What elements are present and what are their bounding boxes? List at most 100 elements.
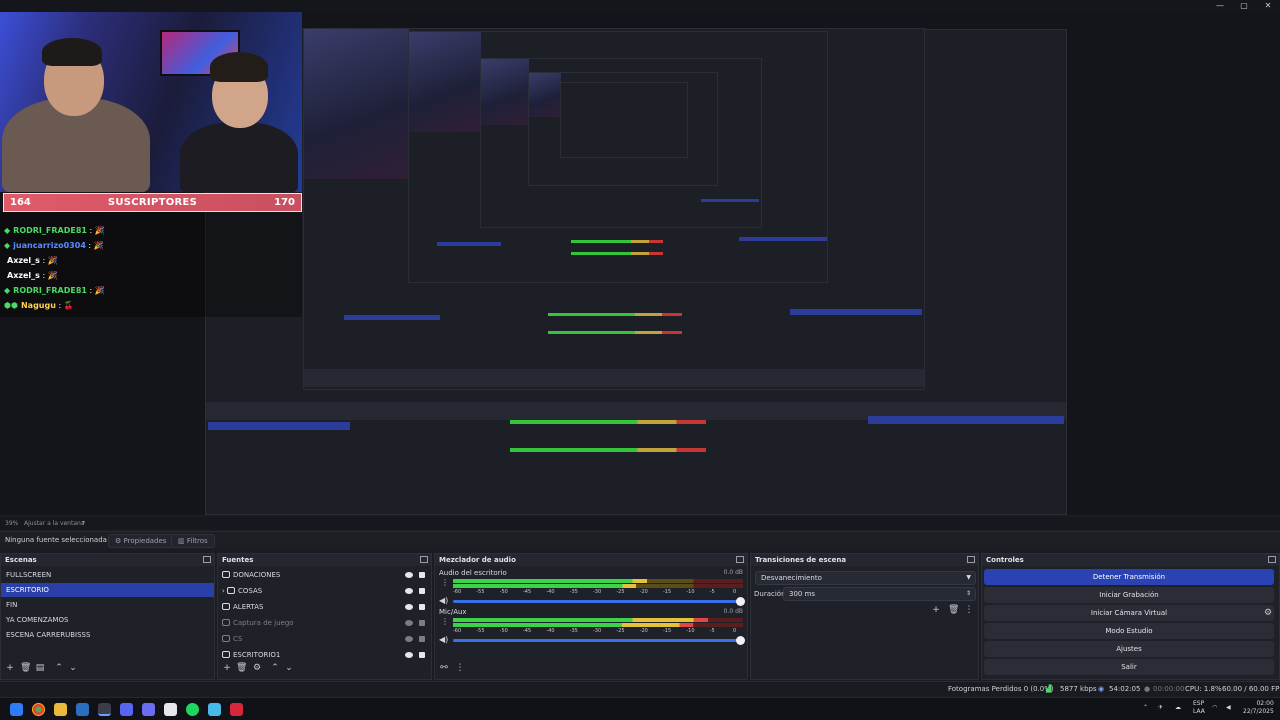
teams-icon[interactable] <box>142 703 155 716</box>
cloud-icon[interactable]: ☁ <box>1175 704 1181 711</box>
chat-username: Nagugu <box>20 301 56 310</box>
tick-label: -30 <box>593 628 602 634</box>
remove-scene-button[interactable]: 🗑 <box>20 663 31 673</box>
control-button[interactable]: Salir <box>984 659 1274 675</box>
scene-item[interactable]: FIN <box>1 598 214 612</box>
remove-source-button[interactable]: 🗑 <box>236 663 247 673</box>
transition-menu-button[interactable]: ⋮ <box>964 605 974 615</box>
lock-icon[interactable] <box>419 620 425 626</box>
source-item[interactable]: ALERTAS <box>218 600 431 615</box>
chrome-icon[interactable] <box>32 703 45 716</box>
file-explorer-icon[interactable] <box>54 703 67 716</box>
scene-item[interactable]: ESCRITORIO <box>1 583 214 597</box>
volume-slider[interactable] <box>453 597 745 606</box>
obs-icon[interactable] <box>98 703 111 716</box>
move-up-button[interactable]: ⌃ <box>54 663 64 673</box>
control-button[interactable]: Iniciar Cámara Virtual <box>984 605 1274 621</box>
add-transition-button[interactable]: + <box>931 605 941 615</box>
tick-label: -35 <box>569 589 578 595</box>
source-type-icon <box>227 587 236 594</box>
steam-icon[interactable] <box>76 703 89 716</box>
add-scene-button[interactable]: + <box>5 663 15 673</box>
properties-button[interactable]: ⚙ Propiedades <box>108 534 174 548</box>
control-button[interactable]: Detener Transmisión <box>984 569 1274 585</box>
move-down-button[interactable]: ⌄ <box>68 663 78 673</box>
eye-icon[interactable] <box>405 636 413 642</box>
filters-button[interactable]: ▥ Filtros <box>171 534 215 548</box>
channel-menu-icon[interactable]: ⋮ <box>441 578 449 587</box>
speaker-icon[interactable]: ◀) <box>439 635 448 644</box>
eye-icon[interactable] <box>405 620 413 626</box>
chevron-down-icon: ▼ <box>966 574 971 581</box>
nested-obs-frame-6 <box>560 82 688 158</box>
move-down-button[interactable]: ⌄ <box>284 663 294 673</box>
windows-start-icon[interactable] <box>10 703 23 716</box>
source-item[interactable]: CS <box>218 632 431 647</box>
scene-filter-button[interactable]: ▤ <box>35 663 45 673</box>
remove-transition-button[interactable]: 🗑 <box>948 605 959 615</box>
eye-icon[interactable] <box>405 604 413 610</box>
source-settings-button[interactable]: ⚙ <box>252 663 262 673</box>
control-button[interactable]: Iniciar Grabación <box>984 587 1274 603</box>
maximize-button[interactable]: ▢ <box>1232 0 1256 12</box>
control-button[interactable]: Modo Estudio <box>984 623 1274 639</box>
scene-item[interactable]: ESCENA CARRERUBISSS <box>1 628 214 642</box>
source-label: CS <box>233 635 243 643</box>
source-item[interactable]: DONACIONES <box>218 568 431 583</box>
zoom-fit[interactable]: Ajustar a la ventana <box>24 520 85 527</box>
move-up-button[interactable]: ⌃ <box>270 663 280 673</box>
lock-icon[interactable] <box>419 652 425 658</box>
tick-label: -10 <box>686 589 695 595</box>
popout-icon[interactable] <box>203 556 211 563</box>
minimize-button[interactable]: — <box>1208 0 1232 12</box>
chevron-up-icon[interactable]: ⌃ <box>1143 704 1148 711</box>
sources-dock: Fuentes DONACIONES › COSAS ALERTAS Captura … <box>217 553 432 680</box>
duration-input[interactable]: 300 ms ⇕ <box>783 587 976 601</box>
volume-slider[interactable] <box>453 636 745 645</box>
volume-slider-handle[interactable] <box>736 636 745 645</box>
lock-icon[interactable] <box>419 636 425 642</box>
source-label: COSAS <box>238 587 263 595</box>
lock-icon[interactable] <box>419 604 425 610</box>
eye-icon[interactable] <box>405 588 413 594</box>
webcam-feed <box>0 12 302 192</box>
controls-title: Controles <box>982 554 1279 566</box>
spotify-icon[interactable] <box>186 703 199 716</box>
network-icon[interactable]: ✈ <box>1158 704 1163 711</box>
scene-item[interactable]: FULLSCREEN <box>1 568 214 582</box>
source-item[interactable]: › COSAS <box>218 584 431 599</box>
add-source-button[interactable]: + <box>222 663 232 673</box>
source-item[interactable]: Captura de juego <box>218 616 431 631</box>
volume-icon[interactable]: ◀ <box>1226 704 1231 711</box>
eye-icon[interactable] <box>405 652 413 658</box>
speaker-icon[interactable]: ◀) <box>439 596 448 605</box>
tiktok-icon[interactable] <box>164 703 177 716</box>
preview-canvas[interactable]: 164 SUSCRIPTORES 170 ◆ RODRI_FRADE81 : 🎉 ◆… <box>0 12 1280 515</box>
clock[interactable]: 02:00 22/7/2025 <box>1243 700 1274 716</box>
link-icon[interactable]: ⚯ <box>439 663 449 673</box>
language-indicator[interactable]: ESP LAA <box>1193 700 1205 716</box>
mixer-menu-button[interactable]: ⋮ <box>455 663 465 673</box>
scene-item[interactable]: YA COMENZAMOS <box>1 613 214 627</box>
lock-icon[interactable] <box>419 588 425 594</box>
discord-icon[interactable] <box>120 703 133 716</box>
lock-icon[interactable] <box>419 572 425 578</box>
chevron-down-icon[interactable]: ▾ <box>82 519 85 526</box>
app-icon[interactable] <box>208 703 221 716</box>
popout-icon[interactable] <box>967 556 975 563</box>
close-button[interactable]: ✕ <box>1256 0 1280 12</box>
eye-icon[interactable] <box>405 572 413 578</box>
chat-message: ◆ juancarrizo0304 : 🎉 <box>4 241 104 250</box>
volume-slider-handle[interactable] <box>736 597 745 606</box>
transition-select[interactable]: Desvanecimiento ▼ <box>755 571 976 585</box>
game-icon[interactable] <box>230 703 243 716</box>
popout-icon[interactable] <box>420 556 428 563</box>
popout-icon[interactable] <box>1268 556 1276 563</box>
wifi-icon[interactable]: ◠ <box>1212 704 1217 711</box>
source-item[interactable]: ESCRITORIO1 <box>218 648 431 663</box>
zoom-level[interactable]: 39% <box>5 520 18 527</box>
gear-icon[interactable]: ⚙ <box>1263 608 1273 618</box>
channel-menu-icon[interactable]: ⋮ <box>441 617 449 626</box>
popout-icon[interactable] <box>736 556 744 563</box>
control-button[interactable]: Ajustes <box>984 641 1274 657</box>
